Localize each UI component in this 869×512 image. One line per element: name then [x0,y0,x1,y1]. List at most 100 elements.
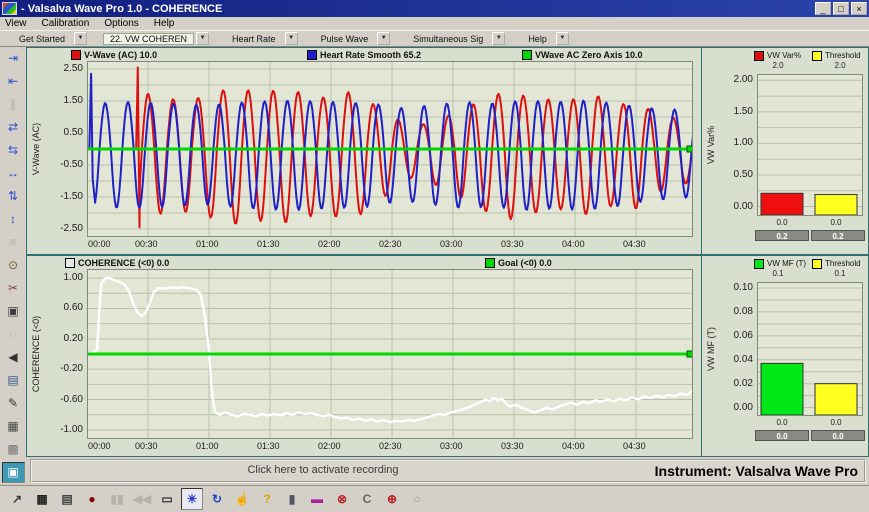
hand-pointer-icon[interactable]: ☝ [231,488,253,510]
y-tick-label: 0.50 [717,169,753,180]
x-tick-label: 04:30 [623,239,646,249]
speaker-icon[interactable]: ◀ [2,347,25,368]
replay-clock-icon[interactable]: ⊙ [2,255,25,276]
chevron-down-icon[interactable]: ▼ [556,32,569,45]
tab-get-started[interactable]: Get Started▼ [12,32,87,45]
legend-label: V-Wave (AC) 10.0 [84,50,157,60]
app-icon [2,2,17,15]
y-axis-label: COHERENCE (<0) [31,316,41,392]
library-icon[interactable]: ▤ [2,370,25,391]
scale-up-icon[interactable]: ⇅ [2,186,25,207]
close-button[interactable]: × [851,2,867,15]
shift-left-icon[interactable]: ⇤ [2,71,25,92]
legend-item: VW Var% [754,50,801,61]
x-tick-label: 00:00 [88,441,111,451]
tab-help[interactable]: Help▼ [521,32,569,45]
y-tick-label: 0.06 [717,330,753,341]
y-axis-label: VW MF (T) [706,327,716,371]
expand-time-icon[interactable]: ⇆ [2,140,25,161]
maximize-button[interactable]: □ [833,2,849,15]
x-tick-label: 01:30 [257,239,280,249]
x-tick-label: 02:30 [379,441,402,451]
y-tick-label: -1.00 [47,424,83,435]
chevron-down-icon[interactable]: ▼ [285,32,298,45]
y-axis-label: VW Var% [706,126,716,164]
idle-status-icon[interactable]: ○ [406,488,428,510]
tab-heart-rate[interactable]: Heart Rate▼ [225,32,298,45]
legend-item: COHERENCE (<0) 0.0 [65,257,169,268]
menu-item-help[interactable]: Help [154,18,175,29]
launch-icon[interactable]: ↗ [6,488,28,510]
vw_mf_bars-plot [757,282,863,416]
application-window: - Valsalva Wave Pro 1.0 - COHERENCE _ □ … [0,0,869,512]
legend-swatch [307,50,317,60]
instrument-label: Instrument: Valsalva Wave Pro [655,463,858,479]
recording-bar[interactable]: Click here to activate recording Instrum… [30,459,866,483]
print-icon[interactable]: ▤ [56,488,78,510]
tab-label: Get Started [12,33,72,45]
vwave_strip-plot[interactable] [87,61,693,237]
window-controls: _ □ × [815,2,867,15]
pause-icon[interactable]: ▮▮ [106,488,128,510]
chevron-down-icon[interactable]: ▼ [196,32,209,45]
coherence_strip-plot[interactable] [87,269,693,439]
menu-item-calibration[interactable]: Calibration [42,18,90,29]
bar-value-box: 0.2 [811,230,865,241]
celsius-icon[interactable]: C [356,488,378,510]
y-tick-label: 0.00 [717,201,753,212]
legend-label: Goal (<0) 0.0 [498,258,552,268]
chevron-down-icon[interactable]: ▼ [74,32,87,45]
tab-simultaneous-sig[interactable]: Simultaneous Sig▼ [406,32,505,45]
menu-item-view[interactable]: View [5,18,27,29]
legend-value: 0.1 [820,269,860,278]
grid-view-icon[interactable]: ▩ [2,439,25,460]
fit-time-icon[interactable]: ↔ [2,163,25,184]
disconnect-icon[interactable]: ⊗ [331,488,353,510]
add-marker-icon[interactable]: ⊕ [381,488,403,510]
help-icon[interactable]: ? [256,488,278,510]
trim-signal-icon[interactable]: ✂ [2,278,25,299]
snapshot-icon[interactable]: ▣ [2,301,25,322]
tab-pulse-wave[interactable]: Pulse Wave▼ [314,32,391,45]
shift-right-icon[interactable]: ⇥ [2,48,25,69]
record-icon[interactable]: ● [81,488,103,510]
active-panel-icon[interactable]: ▣ [2,462,25,483]
menu-bar: View Calibration Options Help [0,17,869,30]
x-tick-label: 02:30 [379,239,402,249]
minimize-button[interactable]: _ [815,2,831,15]
save-session-icon[interactable]: ▦ [2,416,25,437]
probe-icon[interactable]: ▮ [281,488,303,510]
y-tick-label: -1.50 [47,191,83,202]
x-tick-label: 04:30 [623,441,646,451]
tab-label: 22. VW COHEREN [103,33,194,45]
timer-icon[interactable]: ↻ [206,488,228,510]
y-tick-label: -2.50 [47,223,83,234]
mute-icon[interactable]: ◌ [2,324,25,345]
tab-22-vw-coheren[interactable]: 22. VW COHEREN▼ [103,32,209,45]
title-bar[interactable]: - Valsalva Wave Pro 1.0 - COHERENCE _ □ … [0,0,869,17]
legend-item: VW MF (T) [754,258,806,269]
star-display-icon[interactable]: ✳ [181,488,203,510]
legend-item: Threshold [812,50,861,61]
y-axis-label: V-Wave (AC) [31,123,41,175]
save-icon[interactable]: ▦ [31,488,53,510]
scale-down-icon[interactable]: ↕ [2,209,25,230]
y-tick-label: 1.50 [47,95,83,106]
display-window-icon[interactable]: ▭ [156,488,178,510]
annotate-icon[interactable]: ✎ [2,393,25,414]
x-tick-label: 03:30 [501,239,524,249]
recording-message[interactable]: Click here to activate recording [32,464,614,476]
chevron-down-icon[interactable]: ▼ [377,32,390,45]
y-tick-label: 0.00 [717,402,753,413]
data-table-icon[interactable]: ≡ [2,232,25,253]
rewind-icon[interactable]: ◀◀ [131,488,153,510]
chevron-down-icon[interactable]: ▼ [492,32,505,45]
sensor-icon[interactable]: ▬ [306,488,328,510]
pause-display-icon[interactable]: ∥ [2,94,25,115]
compress-time-icon[interactable]: ⇄ [2,117,25,138]
legend-swatch [812,259,822,269]
x-tick-label: 01:00 [196,239,219,249]
tab-label: Pulse Wave [314,33,376,45]
menu-item-options[interactable]: Options [104,18,138,29]
bar-value-label: 0.0 [761,418,803,427]
